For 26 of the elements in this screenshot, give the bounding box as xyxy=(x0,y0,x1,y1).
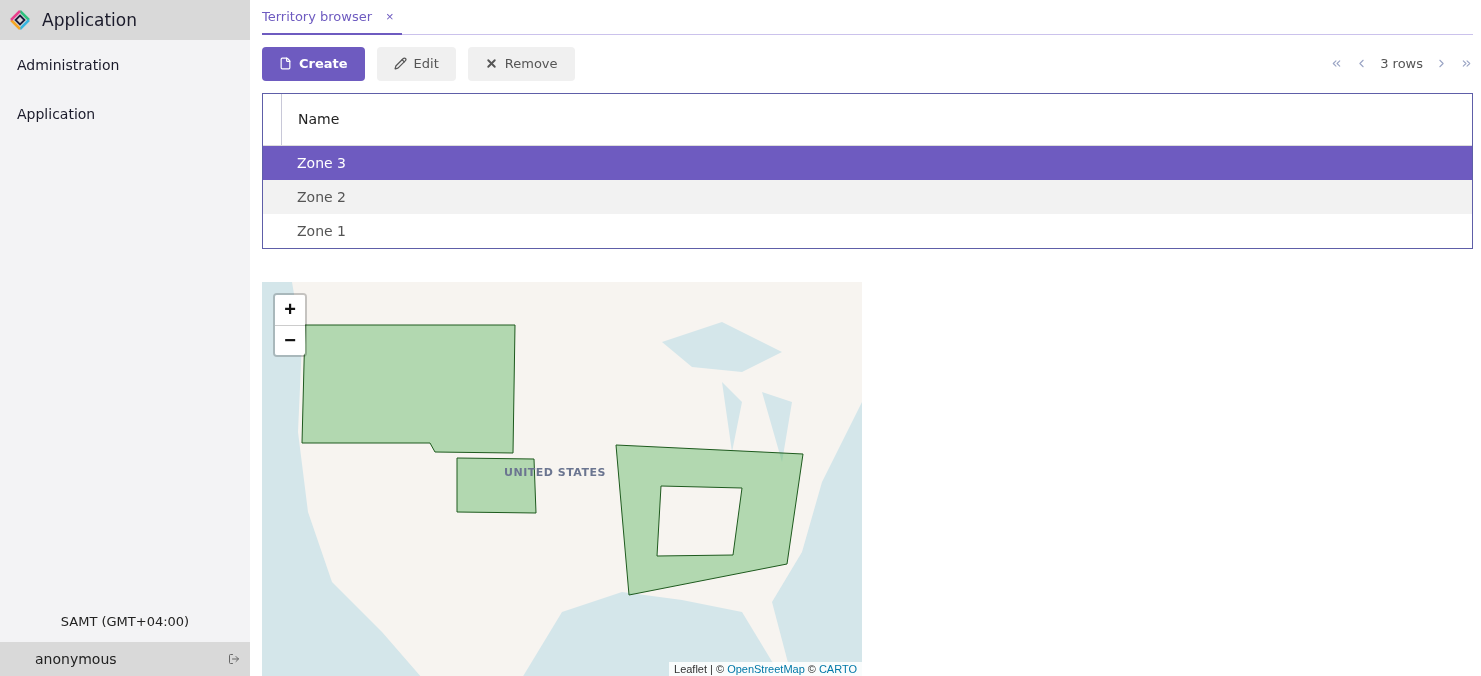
zoom-in-button[interactable]: + xyxy=(275,294,305,325)
logout-icon[interactable] xyxy=(228,653,240,665)
tab-label: Territory browser xyxy=(262,8,373,24)
zoom-out-button[interactable]: − xyxy=(275,324,305,355)
user-name: anonymous xyxy=(35,651,117,667)
logo-icon xyxy=(10,10,30,30)
attribution-text: © xyxy=(807,663,816,675)
toolbar-button[interactable]: Create xyxy=(262,46,365,81)
attribution-link[interactable]: OpenStreetMap xyxy=(727,663,805,675)
toolbar-button[interactable]: Remove xyxy=(467,46,575,81)
toolbar-button[interactable]: Edit xyxy=(376,46,456,81)
nav-item[interactable]: Administration xyxy=(0,40,250,89)
attribution-link[interactable]: CARTO xyxy=(818,663,857,675)
nav-item[interactable]: Application xyxy=(0,89,250,138)
attribution-text: Leaflet | © xyxy=(674,663,725,675)
pencil-icon xyxy=(393,57,407,71)
timezone-label: SAMT (GMT+04:00) xyxy=(60,613,190,631)
table-row[interactable]: Zone 3 xyxy=(263,145,1472,180)
app-title: Application xyxy=(42,10,137,30)
file-icon xyxy=(279,57,292,71)
row-count: 3 rows xyxy=(1380,56,1423,72)
column-header[interactable]: Name xyxy=(282,93,340,145)
x-icon xyxy=(484,57,498,71)
tab[interactable]: Territory browser × xyxy=(262,0,402,35)
close-button[interactable]: × xyxy=(386,8,394,24)
table-row[interactable]: Zone 2 xyxy=(263,179,1472,214)
